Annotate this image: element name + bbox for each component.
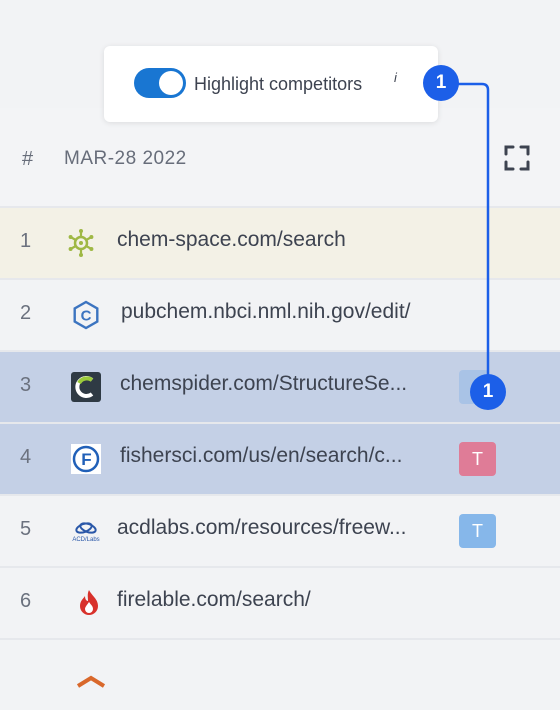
date-column-header: MAR-28 2022 xyxy=(64,148,187,169)
table-row[interactable]: 5 ACD/Labs acdlabs.com/resources/freew..… xyxy=(0,494,560,566)
svg-text:C: C xyxy=(81,308,92,325)
row-rank: 2 xyxy=(20,302,32,324)
table-row[interactable]: 1 chem-space.com/search xyxy=(0,206,560,278)
info-icon[interactable]: i xyxy=(394,70,397,85)
fishersci-icon: F xyxy=(71,444,101,474)
table-row[interactable]: 2 C pubchem.nbci.nml.nih.gov/edit/ xyxy=(0,278,560,350)
row-rank: 4 xyxy=(20,446,32,468)
row-url[interactable]: firelable.com/search/ xyxy=(117,588,311,612)
table-row[interactable] xyxy=(0,638,560,710)
row-url[interactable]: acdlabs.com/resources/freew... xyxy=(117,516,406,540)
row-rank: 6 xyxy=(20,590,32,612)
highlight-competitors-toggle[interactable] xyxy=(134,68,186,98)
firelable-icon xyxy=(80,590,98,615)
row-rank: 1 xyxy=(20,230,32,252)
svg-text:ACD/Labs: ACD/Labs xyxy=(72,537,99,543)
tag-badge[interactable]: T xyxy=(459,442,496,476)
expand-icon[interactable] xyxy=(504,145,530,171)
step-marker-top[interactable]: 1 xyxy=(423,65,459,101)
pubchem-icon: C xyxy=(73,300,99,330)
table-row[interactable]: 4 F fishersci.com/us/en/search/c... T xyxy=(0,422,560,494)
tag-badge[interactable]: T xyxy=(459,514,496,548)
acdlabs-icon: ACD/Labs xyxy=(72,522,100,543)
chemspider-icon xyxy=(71,372,101,402)
svg-text:F: F xyxy=(81,450,91,469)
table-row[interactable]: 6 firelable.com/search/ xyxy=(0,566,560,638)
row-url[interactable]: chemspider.com/StructureSe... xyxy=(120,372,407,396)
row-url[interactable]: chem-space.com/search xyxy=(117,228,346,252)
toggle-knob xyxy=(159,71,183,95)
chem-space-icon xyxy=(68,229,94,257)
table-header: # MAR-28 2022 xyxy=(0,108,560,206)
row-rank: 3 xyxy=(20,374,32,396)
row-url[interactable]: pubchem.nbci.nml.nih.gov/edit/ xyxy=(121,300,411,324)
row-url[interactable]: fishersci.com/us/en/search/c... xyxy=(120,444,402,468)
rank-column-header: # xyxy=(22,148,34,170)
step-marker-row3[interactable]: 1 xyxy=(470,374,506,410)
highlight-competitors-label: Highlight competitors xyxy=(194,74,363,94)
row-rank: 5 xyxy=(20,518,32,540)
partial-row-icon xyxy=(76,675,106,688)
highlight-competitors-popup: Highlight competitors i xyxy=(104,46,438,122)
